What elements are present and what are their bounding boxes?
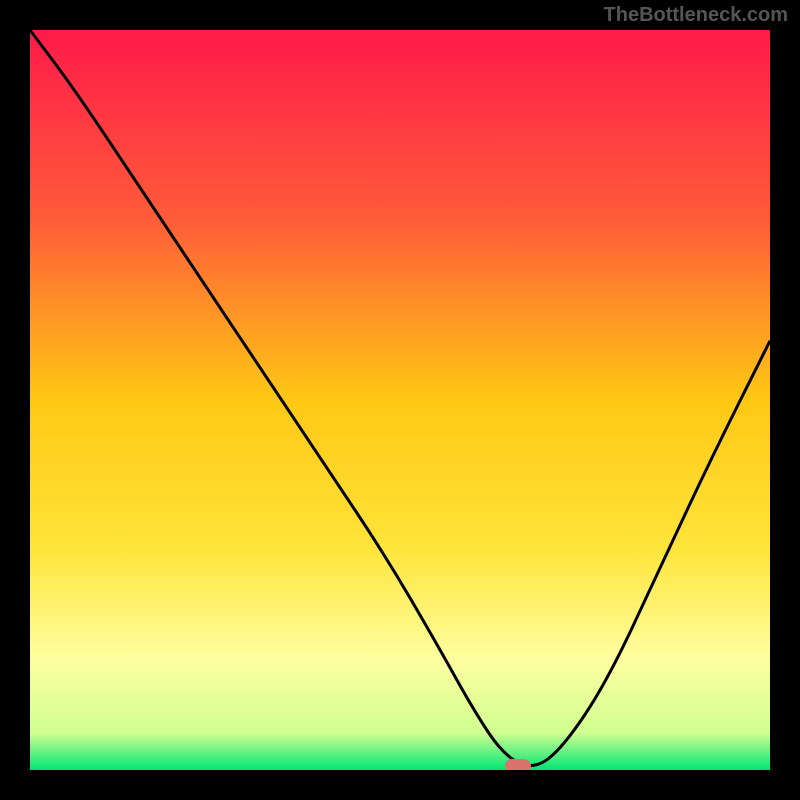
plot-area: [30, 30, 770, 770]
watermark-text: TheBottleneck.com: [604, 4, 788, 27]
optimal-marker: [505, 759, 531, 770]
bottleneck-curve: [30, 30, 770, 770]
